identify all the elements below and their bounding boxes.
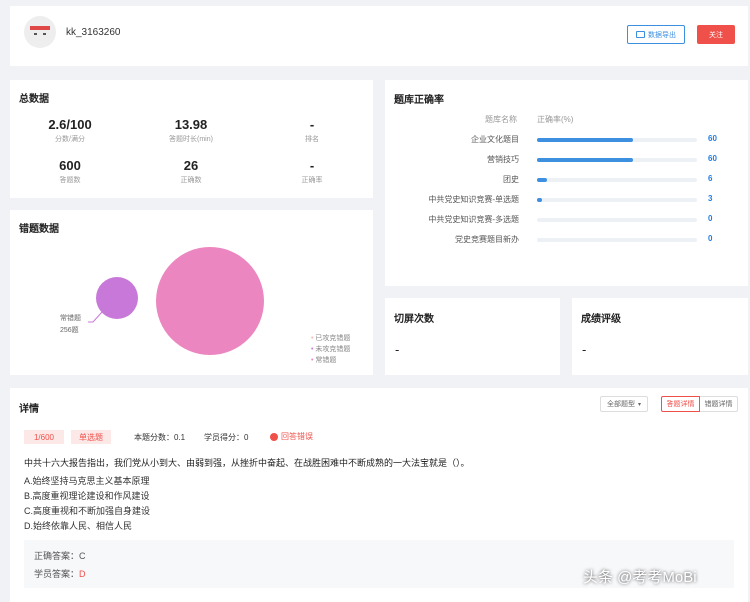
bubble-large[interactable] — [156, 247, 264, 355]
accuracy-row: 中共党史知识竞赛-多选题 0 — [385, 214, 745, 228]
accuracy-row-value: 60 — [708, 154, 717, 163]
accuracy-row-name: 营销技巧 — [487, 155, 519, 164]
watermark: 头条 @考考MoBi — [583, 569, 697, 586]
avatar[interactable] — [24, 16, 56, 48]
export-button[interactable]: 数据导出 — [627, 25, 685, 44]
accuracy-bar-fill — [537, 138, 633, 142]
tab-answer-detail[interactable]: 答题详情 — [661, 396, 700, 412]
accuracy-row-value: 3 — [708, 194, 713, 203]
question-type-badge: 单选题 — [71, 430, 111, 444]
accuracy-bar-track — [537, 238, 697, 242]
accuracy-row: 党史竞赛题目新办 0 — [385, 234, 745, 248]
chevron-down-icon: ▾ — [637, 401, 641, 408]
accuracy-bar-fill — [537, 178, 547, 182]
question-type-select[interactable]: 全部题型 ▾ — [600, 396, 648, 412]
accuracy-bar-fill — [537, 158, 633, 162]
correct-answer: C — [79, 551, 86, 561]
bubble-leader-line — [88, 311, 103, 323]
tab-wrong-detail[interactable]: 错题详情 — [700, 396, 738, 412]
option-c: C.高度重视和不断加强自身建设 — [24, 506, 151, 516]
accuracy-row-name: 团史 — [503, 175, 519, 184]
accuracy-row-value: 0 — [708, 234, 713, 243]
stat-answered: 600 答题数 — [59, 158, 81, 184]
question-text: 中共十六大报告指出，我们党从小到大、由弱到强，从挫折中奋起、在战胜困难中不断成熟… — [24, 458, 470, 468]
accuracy-title: 题库正确率 — [394, 95, 444, 106]
switch-screen-title: 切屏次数 — [394, 314, 434, 325]
option-a: A.始终坚持马克思主义基本原理 — [24, 476, 150, 486]
stat-accuracy: - 正确率 — [301, 158, 323, 184]
accuracy-row: 营销技巧 60 — [385, 154, 745, 168]
accuracy-row-value: 60 — [708, 134, 717, 143]
stat-score: 2.6/100 分数/满分 — [48, 117, 92, 143]
switch-screen-card: 切屏次数 - — [385, 298, 560, 375]
stat-duration: 13.98 答题时长(min) — [169, 117, 213, 143]
switch-screen-value: - — [395, 342, 400, 357]
student-answer: D — [79, 569, 86, 579]
username: kk_3163260 — [66, 27, 121, 38]
legend-item-frequent[interactable]: • 常错题 — [311, 355, 350, 366]
student-score: 学员得分：0 — [204, 433, 249, 442]
question-score: 本题分数：0.1 — [134, 433, 186, 442]
accuracy-row: 团史 6 — [385, 174, 745, 188]
accuracy-row-name: 中共党史知识竞赛-多选题 — [428, 215, 519, 224]
accuracy-row-name: 企业文化题目 — [471, 135, 519, 144]
answer-status: 回答错误 — [270, 431, 313, 442]
option-b: B.高度重视理论建设和作风建设 — [24, 491, 150, 501]
printer-icon — [636, 31, 645, 38]
accuracy-row-value: 6 — [708, 174, 713, 183]
accuracy-bar-track — [537, 218, 697, 222]
accuracy-row-value: 0 — [708, 214, 713, 223]
profile-card: kk_3163260 数据导出 关注 — [10, 6, 748, 66]
accuracy-card: 题库正确率 题库名称 正确率(%) 企业文化题目 60 营销技巧 60 团史 6 中共党史知… — [385, 80, 748, 286]
correct-answer-label: 正确答案： — [34, 551, 80, 561]
accuracy-row-name: 党史竞赛题目新办 — [455, 235, 519, 244]
accuracy-row: 中共党史知识竞赛-单选题 3 — [385, 194, 745, 208]
stat-correct: 26 正确数 — [180, 158, 202, 184]
accuracy-bar-track — [537, 198, 697, 202]
summary-title: 总数据 — [19, 94, 49, 105]
legend: • 已攻克错题 • 未攻克错题 • 常错题 — [311, 333, 350, 366]
student-answer-label: 学员答案： — [34, 569, 80, 579]
errors-title: 错题数据 — [19, 224, 59, 235]
accuracy-row: 企业文化题目 60 — [385, 134, 745, 148]
accuracy-header-name: 题库名称 — [485, 115, 517, 124]
bubble-count: 256题 — [60, 327, 79, 334]
accuracy-bar-track — [537, 158, 697, 162]
grade-value: - — [582, 342, 587, 357]
detail-title: 详情 — [19, 404, 39, 415]
legend-item-conquered[interactable]: • 已攻克错题 — [311, 333, 350, 344]
accuracy-bar-fill — [537, 198, 542, 202]
bubble-label: 常错题 — [60, 315, 81, 322]
summary-card: 总数据 2.6/100 分数/满分 13.98 答题时长(min) - 排名 600 答… — [10, 80, 373, 198]
accuracy-bar-track — [537, 138, 697, 142]
legend-item-unconquered[interactable]: • 未攻克错题 — [311, 344, 350, 355]
accuracy-bar-track — [537, 178, 697, 182]
option-d: D.始终依靠人民、相信人民 — [24, 521, 133, 531]
follow-button[interactable]: 关注 — [697, 25, 735, 44]
grade-card: 成绩评级 - — [572, 298, 748, 375]
grade-title: 成绩评级 — [581, 314, 621, 325]
question-index: 1/600 — [24, 430, 64, 444]
errors-card: 错题数据 常错题 256题 • 已攻克错题 • 未攻克错题 • 常错题 — [10, 210, 373, 375]
stat-rank: - 排名 — [305, 117, 319, 143]
error-icon — [270, 432, 278, 441]
accuracy-header-rate: 正确率(%) — [537, 115, 574, 124]
accuracy-row-name: 中共党史知识竞赛-单选题 — [428, 195, 519, 204]
